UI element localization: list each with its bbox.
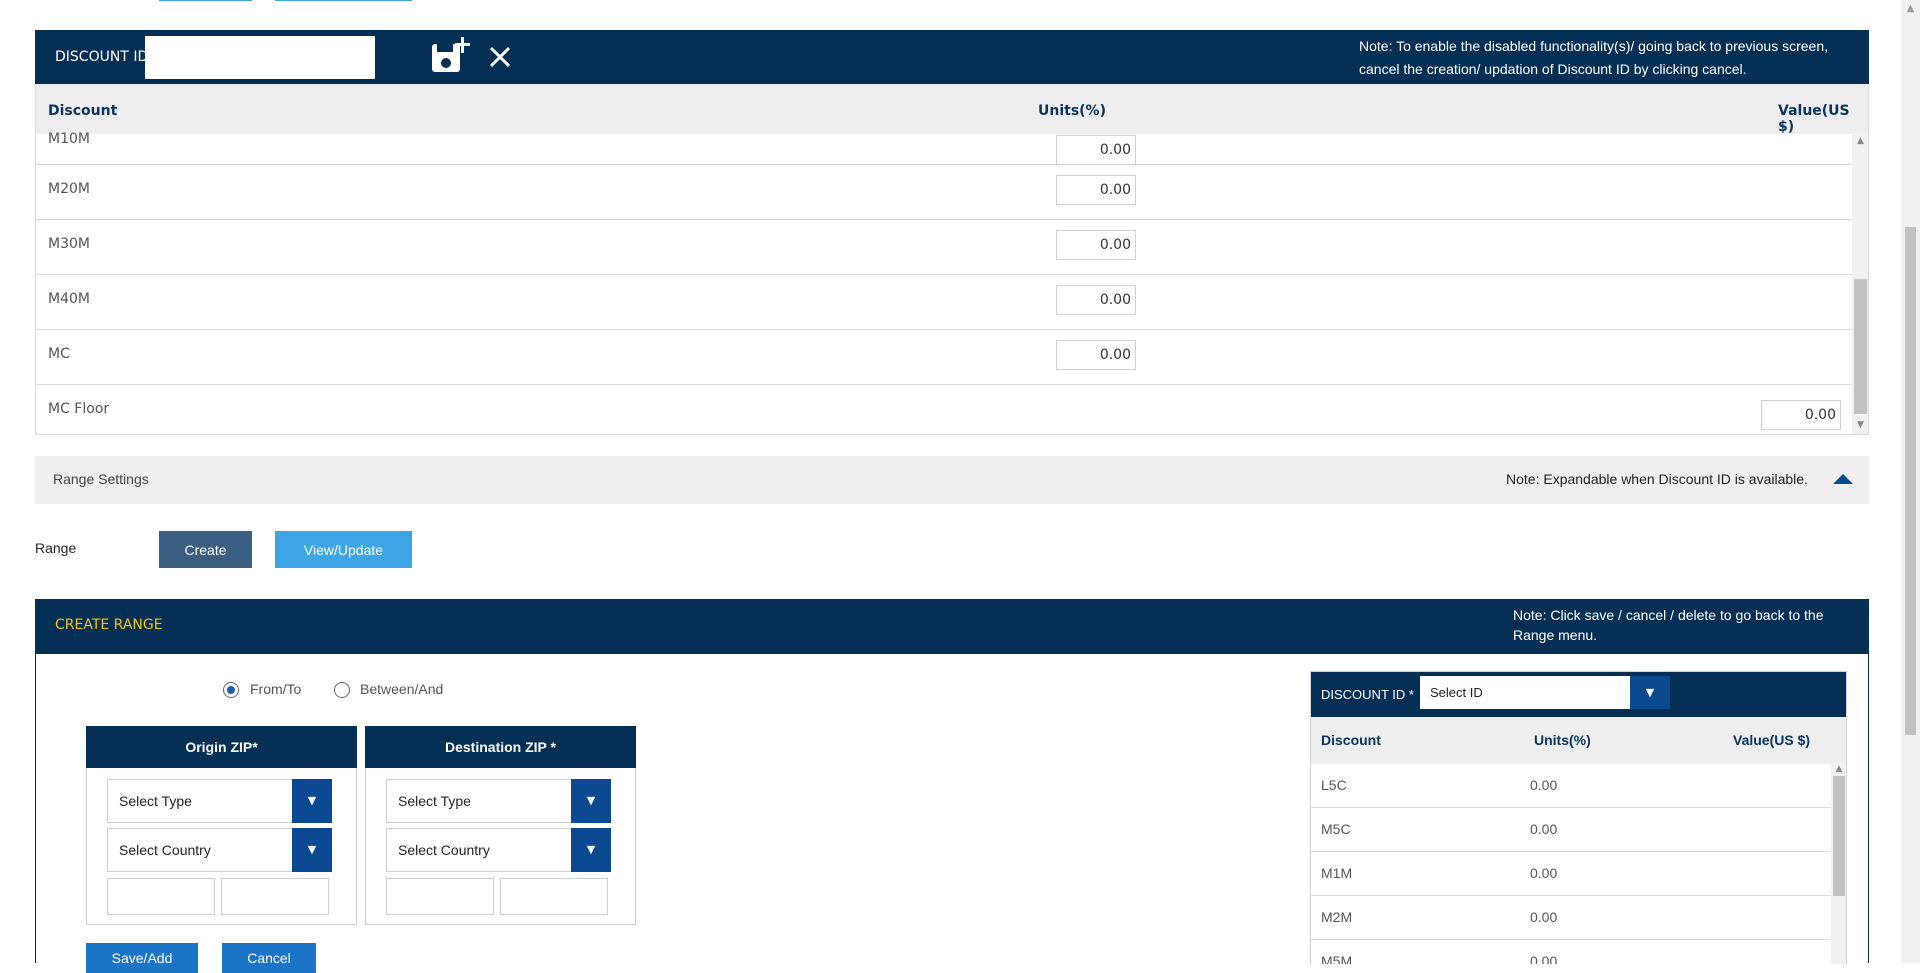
- cancel-button[interactable]: Cancel: [222, 943, 316, 973]
- scroll-up-icon[interactable]: ▲: [1831, 764, 1846, 774]
- row-units: 0.00: [1530, 953, 1558, 964]
- save-new-icon[interactable]: [431, 35, 475, 75]
- row-units: 0.00: [1530, 909, 1558, 925]
- range-settings-title: Range Settings: [53, 471, 149, 487]
- discount-table-scrollbar[interactable]: ▲ ▼: [1852, 134, 1868, 434]
- range-discount-id-label: DISCOUNT ID *: [1321, 687, 1414, 702]
- table-row: M20M 0.00: [36, 165, 1852, 220]
- create-range-title: CREATE RANGE: [55, 617, 163, 633]
- destination-country-select[interactable]: Select Country ▼: [386, 828, 611, 872]
- create-range-header: CREATE RANGE Note: Click save / cancel /…: [35, 599, 1869, 654]
- origin-zip-panel: Origin ZIP* Select Type ▼ Select Country…: [86, 726, 357, 925]
- row-name: M40M: [48, 291, 90, 307]
- range-discount-header: DISCOUNT ID * Select ID ▼: [1311, 672, 1846, 717]
- chevron-down-icon[interactable]: ▼: [1630, 676, 1670, 709]
- origin-country-value: Select Country: [119, 842, 211, 858]
- close-icon[interactable]: [486, 43, 514, 71]
- destination-country-value: Select Country: [398, 842, 490, 858]
- chevron-down-icon[interactable]: ▼: [571, 779, 611, 823]
- row-units: 0.00: [1530, 865, 1558, 881]
- chevron-down-icon[interactable]: ▼: [571, 828, 611, 872]
- radio-from-to[interactable]: [223, 682, 239, 698]
- col-discount: Discount: [1321, 732, 1381, 748]
- discount-id-label: DISCOUNT ID: [55, 49, 149, 65]
- page-scrollbar[interactable]: ▲: [1901, 0, 1920, 963]
- top-button-stub-1[interactable]: [159, 0, 252, 1]
- row-name: M20M: [48, 181, 90, 197]
- col-units: Units(%): [1534, 732, 1591, 748]
- create-range-button[interactable]: Create: [159, 531, 252, 568]
- units-input[interactable]: 0.00: [1056, 175, 1136, 205]
- destination-zip-from-input[interactable]: [386, 878, 494, 915]
- range-discount-table-header: Discount Units(%) Value(US $): [1311, 717, 1846, 764]
- scroll-up-icon[interactable]: ▲: [1901, 0, 1920, 17]
- destination-type-select[interactable]: Select Type ▼: [386, 779, 611, 823]
- row-name: L5C: [1321, 777, 1347, 793]
- range-settings-bar[interactable]: Range Settings Note: Expandable when Dis…: [35, 456, 1869, 504]
- list-item: M2M 0.00: [1311, 896, 1831, 940]
- range-scroll-thumb[interactable]: [1833, 776, 1845, 896]
- table-row: MC Floor 0.00: [36, 385, 1852, 434]
- discount-id-header: DISCOUNT ID Note: To enable the disabled…: [35, 30, 1869, 84]
- destination-zip-panel: Destination ZIP * Select Type ▼ Select C…: [365, 726, 636, 925]
- units-input[interactable]: 0.00: [1056, 340, 1136, 370]
- top-button-stub-2[interactable]: [275, 0, 412, 1]
- table-row: M10M 0.00: [36, 110, 1852, 165]
- row-name: M5C: [1321, 821, 1351, 837]
- save-add-button[interactable]: Save/Add: [86, 943, 198, 973]
- range-label: Range: [35, 540, 77, 556]
- origin-type-select[interactable]: Select Type ▼: [107, 779, 332, 823]
- table-row: M30M 0.00: [36, 220, 1852, 275]
- discount-id-select-value: Select ID: [1430, 685, 1483, 700]
- discount-id-select[interactable]: Select ID ▼: [1420, 676, 1670, 709]
- list-item: M5C 0.00: [1311, 808, 1831, 852]
- create-range-note: Note: Click save / cancel / delete to go…: [1513, 607, 1824, 643]
- row-name: M5M: [1321, 953, 1353, 964]
- row-name: M30M: [48, 236, 90, 252]
- list-item: M5M 0.00: [1311, 940, 1831, 964]
- page-scroll-thumb[interactable]: [1905, 227, 1916, 735]
- discount-id-input[interactable]: [145, 36, 375, 79]
- col-value: Value(US $): [1733, 732, 1811, 748]
- value-input[interactable]: 0.00: [1761, 400, 1841, 430]
- origin-zip-to-input[interactable]: [221, 878, 329, 915]
- row-name: MC: [48, 346, 70, 362]
- origin-type-value: Select Type: [119, 793, 192, 809]
- table-row: M40M 0.00: [36, 275, 1852, 330]
- table-row: MC 0.00: [36, 330, 1852, 385]
- scroll-down-icon[interactable]: ▼: [1852, 420, 1868, 430]
- chevron-down-icon[interactable]: ▼: [292, 828, 332, 872]
- range-settings-note: Note: Expandable when Discount ID is ava…: [1506, 471, 1808, 487]
- radio-from-to-label: From/To: [250, 681, 302, 697]
- list-item: L5C 0.00: [1311, 764, 1831, 808]
- create-range-panel: CREATE RANGE Note: Click save / cancel /…: [35, 599, 1869, 973]
- radio-between-and-label: Between/And: [360, 681, 444, 697]
- view-update-range-button[interactable]: View/Update: [275, 531, 412, 568]
- row-units: 0.00: [1530, 777, 1558, 793]
- list-item: M1M 0.00: [1311, 852, 1831, 896]
- row-name: M10M: [48, 131, 90, 147]
- origin-zip-title: Origin ZIP*: [86, 726, 357, 768]
- range-discount-scrollbar[interactable]: ▲: [1831, 764, 1846, 964]
- row-name: MC Floor: [48, 401, 110, 417]
- radio-between-and[interactable]: [334, 682, 350, 698]
- table-scroll-thumb[interactable]: [1854, 279, 1867, 414]
- row-name: M1M: [1321, 865, 1353, 881]
- units-input[interactable]: 0.00: [1056, 285, 1136, 315]
- units-input[interactable]: 0.00: [1056, 135, 1136, 165]
- row-name: M2M: [1321, 909, 1353, 925]
- units-input[interactable]: 0.00: [1056, 230, 1136, 260]
- origin-zip-from-input[interactable]: [107, 878, 215, 915]
- discount-table: Discount Units(%) Value(US $) M10M 0.00 …: [35, 84, 1869, 435]
- chevron-up-icon[interactable]: [1833, 474, 1853, 484]
- destination-zip-to-input[interactable]: [500, 878, 608, 915]
- row-units: 0.00: [1530, 821, 1558, 837]
- range-discount-panel: DISCOUNT ID * Select ID ▼ Discount Units…: [1310, 671, 1847, 964]
- scroll-up-icon[interactable]: ▲: [1852, 136, 1868, 146]
- origin-country-select[interactable]: Select Country ▼: [107, 828, 332, 872]
- discount-id-note: Note: To enable the disabled functionali…: [1359, 38, 1829, 77]
- destination-zip-title: Destination ZIP *: [365, 726, 636, 768]
- chevron-down-icon[interactable]: ▼: [292, 779, 332, 823]
- destination-type-value: Select Type: [398, 793, 471, 809]
